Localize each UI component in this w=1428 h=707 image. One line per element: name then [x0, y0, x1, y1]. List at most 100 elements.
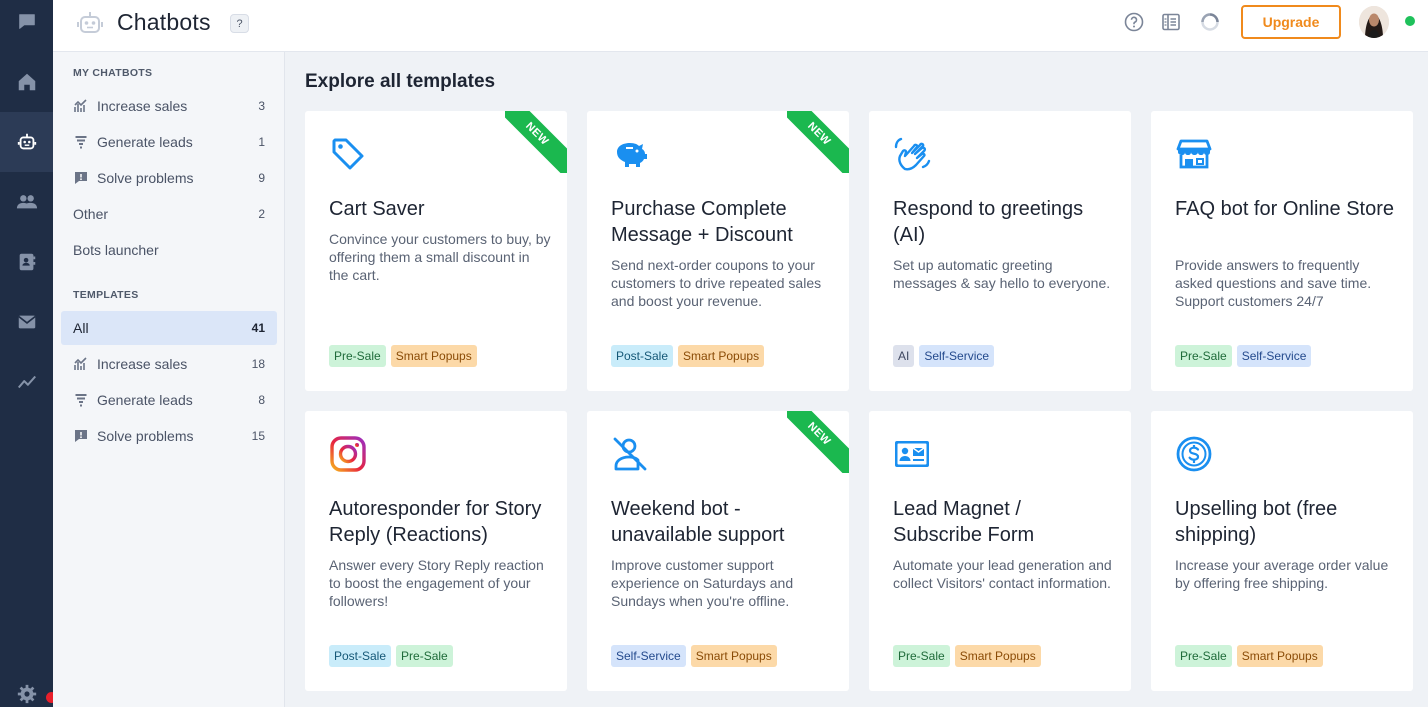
sidebar-item-my-solve-problems[interactable]: Solve problems 9	[61, 161, 277, 195]
rail-home-button[interactable]	[0, 52, 53, 112]
card-title: FAQ bot for Online Store	[1175, 198, 1394, 220]
chat-bubble-icon	[18, 14, 35, 29]
dollar-coin-icon	[1176, 436, 1212, 472]
card-tags: Post-Sale Smart Popups	[611, 345, 765, 367]
top-bar: Chatbots ? Upgrade	[53, 0, 1428, 52]
upgrade-button[interactable]: Upgrade	[1241, 5, 1341, 39]
rail-inbox-button[interactable]	[0, 292, 53, 352]
chart-icon	[73, 98, 89, 114]
template-card-autoresponder-story-reply[interactable]: Autoresponder for Story Reply (Reactions…	[305, 411, 567, 691]
user-off-icon	[613, 437, 647, 471]
tag-ai: AI	[893, 345, 915, 367]
template-card-purchase-complete[interactable]: NEW Purchase Complete Message + Discount…	[587, 111, 849, 391]
sidebar-item-templates-generate-leads[interactable]: Generate leads 8	[61, 383, 277, 417]
card-tags: Self-Service Smart Popups	[611, 645, 777, 667]
template-card-upselling-bot[interactable]: Upselling bot (free shipping) Increase y…	[1151, 411, 1413, 691]
sidebar-item-label: Increase sales	[97, 356, 188, 372]
card-title: Autoresponder for Story Reply (Reactions…	[329, 498, 542, 546]
users-icon	[16, 195, 37, 209]
home-icon	[18, 73, 35, 91]
template-card-respond-to-greetings[interactable]: Respond to greetings (AI) Set up automat…	[869, 111, 1131, 391]
store-icon	[1176, 139, 1212, 169]
sidebar-item-my-generate-leads[interactable]: Generate leads 1	[61, 125, 277, 159]
app-rail	[0, 0, 57, 707]
tag-smart-popups: Smart Popups	[390, 345, 477, 367]
tag-pre-sale: Pre-Sale	[396, 645, 453, 667]
gear-icon	[17, 684, 36, 704]
trend-line-icon	[17, 375, 36, 389]
instagram-icon	[330, 436, 366, 472]
rail-chatbots-button[interactable]	[0, 112, 53, 172]
sidebar-item-count: 15	[251, 429, 265, 443]
rail-analytics-button[interactable]	[0, 352, 53, 412]
sidebar-item-count: 1	[258, 135, 265, 149]
funnel-icon	[73, 134, 89, 150]
address-book-icon	[19, 253, 35, 271]
help-circle-icon[interactable]	[1123, 11, 1145, 33]
card-tags: AI Self-Service	[893, 345, 995, 367]
mail-icon	[17, 315, 36, 329]
card-title: Respond to greetings (AI)	[893, 198, 1084, 246]
sidebar-item-all-templates[interactable]: All 41	[61, 311, 277, 345]
tag-post-sale: Post-Sale	[611, 345, 674, 367]
template-card-weekend-bot[interactable]: NEW Weekend bot - unavailable support Im…	[587, 411, 849, 691]
piggy-bank-icon	[617, 143, 647, 167]
card-tags: Post-Sale Pre-Sale	[329, 645, 453, 667]
sidebar-item-label: Solve problems	[97, 170, 194, 186]
sidebar: MY CHATBOTS Increase sales 3 Generate le…	[53, 52, 285, 707]
card-tags: Pre-Sale Smart Popups	[893, 645, 1041, 667]
tag-smart-popups: Smart Popups	[954, 645, 1041, 667]
sidebar-item-count: 9	[258, 171, 265, 185]
card-tags: Pre-Sale Self-Service	[1175, 345, 1312, 367]
chatbot-logo-icon	[77, 12, 103, 33]
title-help-button[interactable]: ?	[230, 14, 249, 33]
sidebar-item-count: 18	[251, 357, 265, 371]
sidebar-item-count: 3	[258, 99, 265, 113]
tag-pre-sale: Pre-Sale	[329, 345, 386, 367]
sidebar-item-label: All	[73, 320, 89, 336]
funnel-icon	[73, 392, 89, 408]
sidebar-item-label: Generate leads	[97, 392, 193, 408]
sidebar-item-label: Other	[73, 206, 109, 222]
rail-address-book-button[interactable]	[0, 232, 53, 292]
card-description: Set up automatic greeting messages & say…	[893, 257, 1111, 291]
sidebar-item-my-increase-sales[interactable]: Increase sales 3	[61, 89, 277, 123]
online-status-dot	[1405, 16, 1415, 26]
waving-hand-icon	[894, 137, 931, 171]
tag-self-service: Self-Service	[1236, 345, 1312, 367]
card-description: Increase your average order value by off…	[1175, 557, 1389, 591]
tag-smart-popups: Smart Popups	[690, 645, 777, 667]
loading-icon[interactable]	[1199, 11, 1221, 33]
tag-pre-sale: Pre-Sale	[1175, 345, 1232, 367]
template-card-lead-magnet[interactable]: Lead Magnet / Subscribe Form Automate yo…	[869, 411, 1131, 691]
sidebar-item-templates-increase-sales[interactable]: Increase sales 18	[61, 347, 277, 381]
sidebar-item-count: 41	[251, 321, 265, 335]
sidebar-item-label: Solve problems	[97, 428, 194, 444]
sidebar-item-templates-solve-problems[interactable]: Solve problems 15	[61, 419, 277, 453]
rail-chat-button[interactable]	[0, 0, 53, 52]
card-title: Weekend bot - unavailable support	[611, 498, 785, 546]
new-ribbon: NEW	[787, 411, 849, 473]
tag-pre-sale: Pre-Sale	[1175, 645, 1232, 667]
page-title: Chatbots	[117, 9, 211, 35]
alert-message-icon	[73, 170, 89, 186]
main-title: Explore all templates	[305, 71, 496, 92]
avatar[interactable]	[1359, 6, 1389, 38]
sidebar-item-bots-launcher[interactable]: Bots launcher	[61, 233, 277, 267]
template-card-faq-bot[interactable]: FAQ bot for Online Store Provide answers…	[1151, 111, 1413, 391]
my-chatbots-heading: MY CHATBOTS	[73, 67, 153, 79]
alert-message-icon	[73, 428, 89, 444]
card-description: Answer every Story Reply reaction to boo…	[329, 557, 544, 609]
book-icon[interactable]	[1160, 11, 1182, 33]
tag-pre-sale: Pre-Sale	[893, 645, 950, 667]
rail-settings-button[interactable]	[0, 664, 53, 707]
contact-card-icon	[895, 441, 929, 467]
card-tags: Pre-Sale Smart Popups	[329, 345, 477, 367]
card-description: Improve customer support experience on S…	[611, 557, 794, 609]
rail-contacts-button[interactable]	[0, 172, 53, 232]
card-title: Purchase Complete Message + Discount	[611, 198, 793, 246]
card-description: Automate your lead generation and collec…	[893, 557, 1112, 591]
sidebar-item-other[interactable]: Other 2	[61, 197, 277, 231]
sidebar-item-count: 8	[258, 393, 265, 407]
template-card-cart-saver[interactable]: NEW Cart Saver Convince your customers t…	[305, 111, 567, 391]
